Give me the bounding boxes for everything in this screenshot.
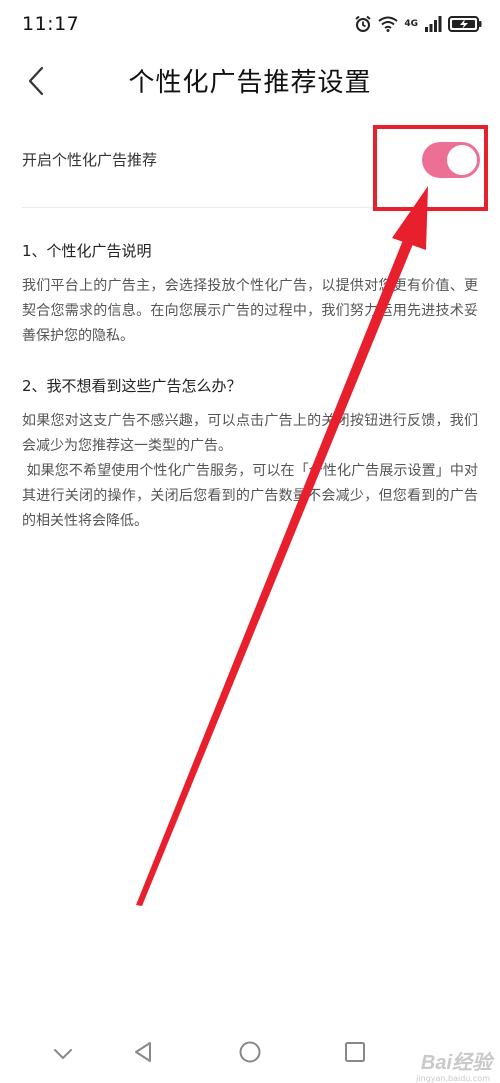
status-bar: 11:17 4G (0, 0, 500, 50)
status-time: 11:17 (22, 13, 80, 35)
home-circle-icon (238, 1040, 262, 1068)
wifi-icon (378, 16, 398, 32)
nav-recents-button[interactable] (340, 1039, 370, 1069)
section-heading: 2、我不想看到这些广告怎么办？ (22, 377, 242, 395)
section-heading: 1、个性化广告说明 (22, 242, 152, 260)
section-body: 如果您对这支广告不感兴趣，可以点击广告上的关闭按钮进行反馈，我们会减少为您推荐这… (22, 413, 478, 454)
watermark-url: jingyan.baidu.com (416, 1074, 490, 1083)
section-body: 我们平台上的广告主，会选择投放个性化广告，以提供对您更有价值、更契合您需求的信息… (22, 278, 478, 344)
page-title: 个性化广告推荐设置 (128, 68, 372, 98)
section-ad-explanation: 1、个性化广告说明 我们平台上的广告主，会选择投放个性化广告，以提供对您更有价值… (22, 240, 478, 349)
nav-back-button[interactable] (128, 1039, 158, 1069)
battery-icon (448, 15, 482, 33)
chevron-down-icon (53, 1045, 73, 1064)
highlight-box (373, 125, 488, 211)
setting-label: 开启个性化广告推荐 (22, 151, 158, 169)
signal-icon (424, 16, 442, 32)
nav-home-button[interactable] (235, 1039, 265, 1069)
back-triangle-icon (133, 1041, 153, 1067)
recents-square-icon (344, 1041, 366, 1067)
section-opt-out: 2、我不想看到这些广告怎么办？ 如果您对这支广告不感兴趣，可以点击广告上的关闭按… (22, 375, 478, 534)
status-icons: 4G (354, 12, 482, 36)
nav-collapse-button[interactable] (48, 1039, 78, 1069)
section-body-2: 如果您不希望使用个性化广告服务，可以在「个性化广告展示设置」中对其进行关闭的操作… (22, 463, 478, 529)
system-nav-bar: Bai经验 jingyan.baidu.com (0, 1023, 500, 1083)
network-type-label: 4G (404, 18, 418, 29)
baidu-jingyan-watermark: Bai经验 (420, 1052, 492, 1074)
alarm-icon (354, 15, 372, 33)
title-bar: 个性化广告推荐设置 (0, 55, 500, 111)
